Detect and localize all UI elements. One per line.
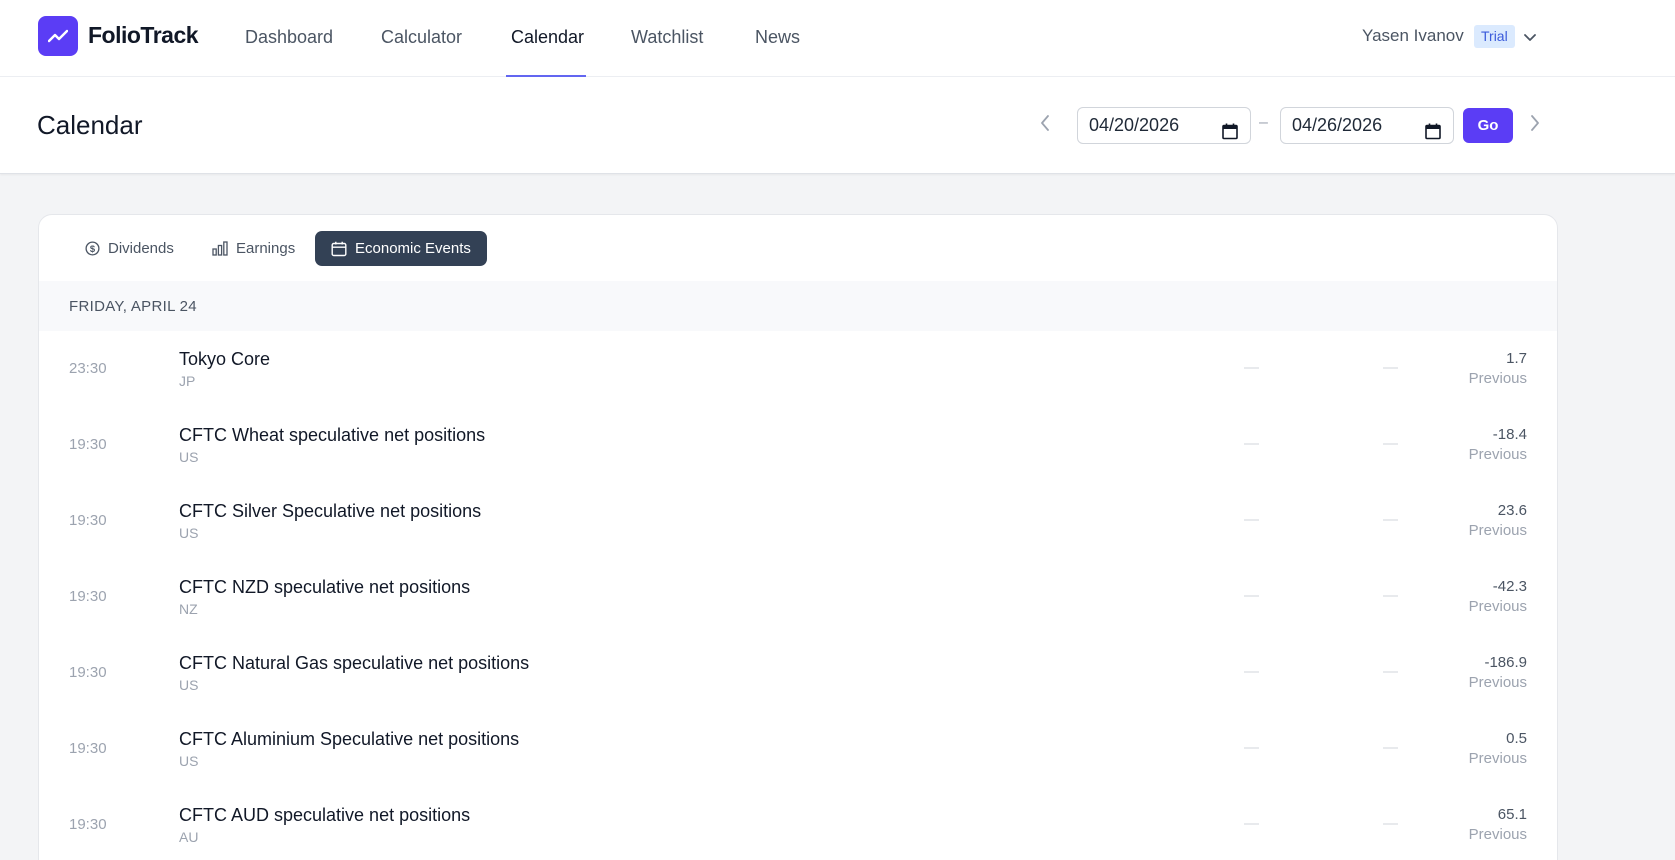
event-country: US <box>179 677 199 693</box>
calendar-card: $ Dividends Earnings Economic Events FRI… <box>38 214 1558 860</box>
event-previous-value: -42.3 <box>1492 578 1527 595</box>
event-previous-value: 0.5 <box>1506 730 1527 747</box>
nav-calendar[interactable]: Calendar <box>511 27 584 48</box>
events-list: 23:30 Tokyo Core JP — — 1.7 Previous 19:… <box>39 331 1557 860</box>
nav-dashboard[interactable]: Dashboard <box>245 27 333 48</box>
event-name: CFTC Natural Gas speculative net positio… <box>179 653 530 673</box>
event-country: US <box>179 753 199 769</box>
event-actual-empty: — <box>1244 359 1259 376</box>
top-navbar: FolioTrack Dashboard Calculator Calendar… <box>0 0 1675 77</box>
event-previous-value: 1.7 <box>1506 350 1527 367</box>
event-previous-label: Previous <box>1468 598 1527 615</box>
dollar-circle-icon: $ <box>85 241 100 256</box>
tab-earnings[interactable]: Earnings <box>202 231 305 266</box>
event-time: 19:30 <box>69 436 107 453</box>
date-to-input[interactable]: 04/26/2026 <box>1280 107 1454 144</box>
date-to-value: 04/26/2026 <box>1292 115 1383 135</box>
event-previous-value: 65.1 <box>1497 806 1527 823</box>
event-time: 19:30 <box>69 664 107 681</box>
event-time: 19:30 <box>69 740 107 757</box>
event-previous-label: Previous <box>1468 674 1527 691</box>
event-country: US <box>179 525 199 541</box>
event-country: NZ <box>179 601 198 617</box>
event-previous-label: Previous <box>1468 826 1527 843</box>
event-previous-value: -18.4 <box>1492 426 1527 443</box>
nav-calculator[interactable]: Calculator <box>381 27 462 48</box>
tab-economic-events-label: Economic Events <box>355 240 471 257</box>
next-week-chevron-right-icon[interactable] <box>1530 115 1540 136</box>
event-forecast-empty: — <box>1383 815 1398 832</box>
event-actual-empty: — <box>1244 511 1259 528</box>
logo-icon[interactable] <box>38 16 78 56</box>
event-row[interactable]: 19:30 CFTC AUD speculative net positions… <box>39 787 1557 860</box>
tab-earnings-label: Earnings <box>236 240 296 257</box>
event-previous-label: Previous <box>1468 522 1527 539</box>
event-forecast-empty: — <box>1383 359 1398 376</box>
event-name: CFTC Silver Speculative net positions <box>179 501 482 521</box>
event-row[interactable]: 19:30 CFTC Aluminium Speculative net pos… <box>39 711 1557 787</box>
event-forecast-empty: — <box>1383 435 1398 452</box>
event-name: CFTC Wheat speculative net positions <box>179 425 486 445</box>
user-name[interactable]: Yasen Ivanov <box>1362 26 1464 46</box>
event-time: 19:30 <box>69 512 107 529</box>
event-row[interactable]: 19:30 CFTC Silver Speculative net positi… <box>39 483 1557 559</box>
event-name: CFTC AUD speculative net positions <box>179 805 471 825</box>
tab-economic-events[interactable]: Economic Events <box>315 231 487 266</box>
event-forecast-empty: — <box>1383 739 1398 756</box>
event-actual-empty: — <box>1244 663 1259 680</box>
event-row[interactable]: 23:30 Tokyo Core JP — — 1.7 Previous <box>39 331 1557 407</box>
event-time: 19:30 <box>69 816 107 833</box>
event-previous-value: 23.6 <box>1497 502 1527 519</box>
tab-dividends[interactable]: $ Dividends <box>75 231 184 266</box>
event-country: AU <box>179 829 199 845</box>
event-actual-empty: — <box>1244 815 1259 832</box>
event-time: 19:30 <box>69 588 107 605</box>
event-actual-empty: — <box>1244 739 1259 756</box>
day-group-header: FRIDAY, APRIL 24 <box>39 281 1557 331</box>
event-name: CFTC Aluminium Speculative net positions <box>179 729 520 749</box>
event-country: JP <box>179 373 196 389</box>
nav-watchlist[interactable]: Watchlist <box>631 27 703 48</box>
event-time: 23:30 <box>69 360 107 377</box>
event-forecast-empty: — <box>1383 663 1398 680</box>
event-actual-empty: — <box>1244 587 1259 604</box>
tab-dividends-label: Dividends <box>108 240 174 257</box>
event-row[interactable]: 19:30 CFTC NZD speculative net positions… <box>39 559 1557 635</box>
event-row[interactable]: 19:30 CFTC Natural Gas speculative net p… <box>39 635 1557 711</box>
calendar-icon[interactable] <box>1222 117 1238 152</box>
date-range-separator: – <box>1259 114 1268 131</box>
date-from-value: 04/20/2026 <box>1089 115 1180 135</box>
calendar-tabs: $ Dividends Earnings Economic Events <box>39 215 1557 281</box>
plan-badge: Trial <box>1474 25 1515 48</box>
page-header: Calendar 04/20/2026 – 04/26/2026 Go <box>0 77 1675 174</box>
go-button[interactable]: Go <box>1463 108 1513 143</box>
event-row[interactable]: 19:30 CFTC Wheat speculative net positio… <box>39 407 1557 483</box>
app-name[interactable]: FolioTrack <box>88 22 199 49</box>
date-from-input[interactable]: 04/20/2026 <box>1077 107 1251 144</box>
chevron-down-icon[interactable] <box>1524 29 1536 47</box>
event-previous-label: Previous <box>1468 446 1527 463</box>
event-forecast-empty: — <box>1383 511 1398 528</box>
event-forecast-empty: — <box>1383 587 1398 604</box>
event-name: CFTC NZD speculative net positions <box>179 577 471 597</box>
event-actual-empty: — <box>1244 435 1259 452</box>
calendar-icon <box>331 241 347 256</box>
bar-chart-icon <box>212 241 228 256</box>
nav-news[interactable]: News <box>755 27 800 48</box>
event-country: US <box>179 449 199 465</box>
event-previous-label: Previous <box>1468 370 1527 387</box>
page-title: Calendar <box>37 110 143 140</box>
event-previous-value: -186.9 <box>1484 654 1527 671</box>
calendar-icon[interactable] <box>1425 117 1441 152</box>
event-previous-label: Previous <box>1468 750 1527 767</box>
previous-week-chevron-left-icon[interactable] <box>1040 115 1050 136</box>
event-name: Tokyo Core <box>179 349 271 369</box>
svg-text:$: $ <box>90 244 96 254</box>
